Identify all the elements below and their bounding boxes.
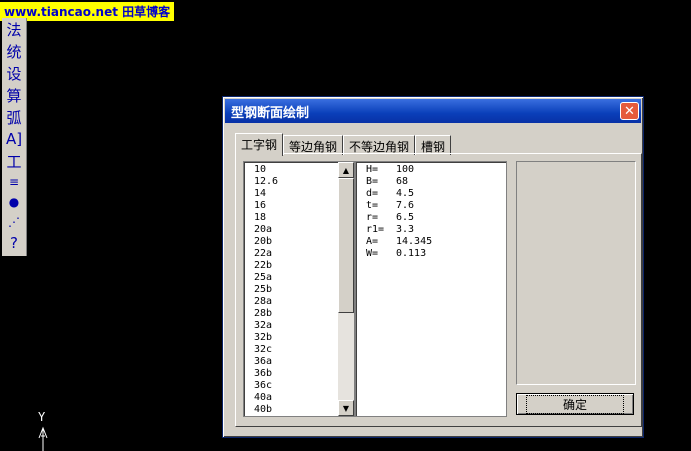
property-row: W= 0.113 — [366, 248, 506, 260]
ibeam-tool-icon[interactable]: 工 — [2, 150, 26, 172]
y-axis-arrow-icon — [38, 426, 48, 451]
tab-i-beam[interactable]: 工字钢 — [235, 133, 284, 156]
property-value: 68 — [396, 176, 409, 187]
toolbar-button-she[interactable]: 设 — [2, 62, 26, 84]
help-icon[interactable]: ? — [2, 232, 26, 254]
tab-strip: 工字钢 等边角钢 不等边角钢 槽钢 — [235, 133, 452, 156]
toolbar-button-suan[interactable]: 算 — [2, 84, 26, 106]
dialog-title: 型钢断面绘制 — [231, 106, 310, 121]
property-key: d= — [366, 188, 379, 199]
toolbar-button-fa[interactable]: 法 — [2, 18, 26, 40]
left-toolbar: 法 统 设 算 弧 A] 工 ≡ ● ⋰ ? — [2, 18, 27, 256]
hatch-tool-icon[interactable]: ⋰ — [2, 212, 26, 232]
tab-channel[interactable]: 槽钢 — [415, 135, 452, 155]
scroll-up-icon[interactable]: ▲ — [338, 162, 354, 178]
close-button[interactable]: ✕ — [620, 102, 639, 120]
dialog-titlebar[interactable]: 型钢断面绘制 ✕ — [225, 99, 641, 123]
scroll-thumb[interactable] — [338, 178, 354, 313]
property-value: 6.5 — [396, 212, 415, 223]
tab-unequal-angle[interactable]: 不等边角钢 — [343, 135, 416, 155]
property-key: H= — [366, 164, 379, 175]
section-properties-box: H= 100 B= 68 d= 4.5 t= 7.6 r= 6.5 r1= 3.3 A= 14.345 W=… — [355, 161, 507, 417]
property-value: 100 — [396, 164, 415, 175]
property-value: 14.345 — [396, 236, 433, 247]
ok-button-label: 确定 — [525, 394, 624, 414]
properties-list: H= 100 B= 68 d= 4.5 t= 7.6 r= 6.5 r1= 3.3 A= 14.345 W=… — [356, 162, 506, 260]
tab-equal-angle[interactable]: 等边角钢 — [283, 135, 344, 155]
listbox-scrollbar[interactable]: ▲ ▼ — [338, 162, 354, 416]
ok-button[interactable]: 确定 — [516, 393, 634, 415]
property-row: r= 6.5 — [366, 212, 506, 224]
property-key: r1= — [366, 224, 385, 235]
property-key: B= — [366, 176, 379, 187]
property-row: B= 68 — [366, 176, 506, 188]
y-axis-label: Y — [38, 410, 46, 424]
property-value: 4.5 — [396, 188, 415, 199]
property-row: H= 100 — [366, 164, 506, 176]
property-row: d= 4.5 — [366, 188, 506, 200]
property-key: t= — [366, 200, 379, 211]
lines-tool-icon[interactable]: ≡ — [2, 172, 26, 192]
toolbar-button-tong[interactable]: 统 — [2, 40, 26, 62]
property-key: r= — [366, 212, 379, 223]
toolbar-button-hu[interactable]: 弧 — [2, 106, 26, 128]
section-preview-pane — [516, 161, 636, 385]
property-row: A= 14.345 — [366, 236, 506, 248]
property-value: 0.113 — [396, 248, 427, 259]
dot-tool-icon[interactable]: ● — [2, 192, 26, 212]
property-key: W= — [366, 248, 379, 259]
property-key: A= — [366, 236, 379, 247]
scroll-down-icon[interactable]: ▼ — [338, 400, 354, 416]
section-size-listbox[interactable]: 10 12.6 14 16 18 20a 20b 22a 22b 25a 25b 28a 28b 32a 3… — [243, 161, 355, 417]
property-row: r1= 3.3 — [366, 224, 506, 236]
property-value: 7.6 — [396, 200, 415, 211]
property-row: t= 7.6 — [366, 200, 506, 212]
section-steel-dialog: 型钢断面绘制 ✕ 工字钢 等边角钢 不等边角钢 槽钢 10 12.6 14 16 18 2… — [222, 96, 644, 438]
text-tool-icon[interactable]: A] — [2, 128, 26, 150]
property-value: 3.3 — [396, 224, 415, 235]
